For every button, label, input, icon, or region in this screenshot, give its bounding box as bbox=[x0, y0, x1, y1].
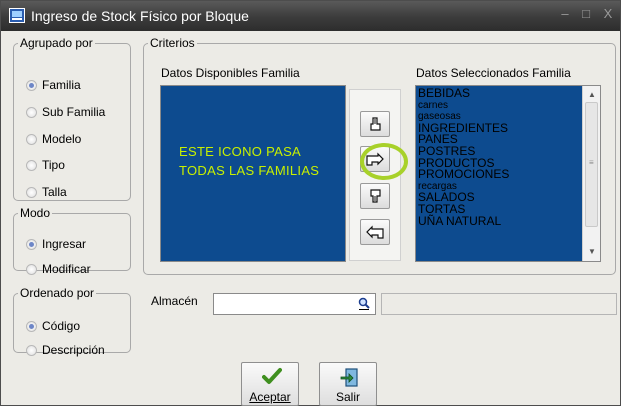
lookup-icon[interactable] bbox=[357, 297, 371, 311]
almacen-code-input[interactable] bbox=[213, 293, 376, 315]
criterios-legend: Criterios bbox=[150, 36, 195, 50]
radio-descripcion[interactable]: Descripción bbox=[26, 342, 105, 358]
almacen-description-field bbox=[381, 293, 617, 315]
radio-label-ingresar: Ingresar bbox=[42, 237, 87, 251]
radio-label-modificar: Modificar bbox=[42, 262, 91, 276]
ordenado-group: Ordenado por Código Descripción bbox=[13, 286, 131, 357]
selected-families-list[interactable]: BEBIDAS carnes gaseosas INGREDIENTES PAN… bbox=[415, 85, 601, 262]
radio-codigo[interactable]: Código bbox=[26, 318, 80, 334]
move-one-left-icon bbox=[370, 189, 381, 203]
move-one-left-button[interactable] bbox=[360, 183, 390, 209]
list-item[interactable]: PROMOCIONES bbox=[418, 168, 509, 181]
exit-door-icon bbox=[340, 368, 358, 387]
move-all-left-button[interactable] bbox=[360, 219, 390, 245]
ordenado-legend: Ordenado por bbox=[20, 286, 95, 300]
radio-modelo[interactable]: Modelo bbox=[26, 131, 81, 147]
move-one-right-button[interactable] bbox=[360, 111, 390, 137]
list-annotation: ESTE ICONO PASA TODAS LAS FAMILIAS bbox=[179, 142, 319, 180]
radio-label-tipo: Tipo bbox=[42, 158, 65, 172]
radio-dot[interactable] bbox=[26, 133, 37, 145]
move-all-right-button[interactable] bbox=[360, 146, 390, 172]
radio-dot[interactable] bbox=[26, 186, 37, 198]
scrollbar-thumb[interactable]: ≡ bbox=[585, 102, 598, 227]
move-one-right-icon bbox=[370, 117, 381, 131]
close-icon[interactable]: X bbox=[601, 7, 615, 21]
radio-label-codigo: Código bbox=[42, 319, 81, 333]
radio-tipo[interactable]: Tipo bbox=[26, 157, 65, 173]
radio-familia[interactable]: Familia bbox=[26, 77, 81, 93]
move-all-left-icon bbox=[366, 225, 384, 239]
radio-dot-selected[interactable] bbox=[26, 79, 37, 91]
vertical-scrollbar[interactable]: ▲ ≡ ▼ bbox=[582, 86, 600, 261]
accept-label: Aceptar bbox=[249, 390, 291, 404]
exit-button[interactable]: Salir bbox=[319, 362, 377, 406]
exit-label: Salir bbox=[335, 390, 360, 404]
radio-dot[interactable] bbox=[26, 344, 37, 356]
radio-label-familia: Familia bbox=[42, 78, 81, 92]
list-item[interactable]: UÑA NATURAL bbox=[418, 215, 509, 228]
maximize-icon[interactable]: □ bbox=[579, 7, 593, 21]
scroll-down-icon[interactable]: ▼ bbox=[587, 247, 597, 257]
window: Ingreso de Stock Físico por Bloque – □ X… bbox=[0, 0, 621, 406]
radio-dot-selected[interactable] bbox=[26, 238, 37, 250]
accept-button[interactable]: Aceptar bbox=[241, 362, 299, 406]
radio-label-modelo: Modelo bbox=[42, 132, 82, 146]
transfer-buttons-panel bbox=[349, 89, 401, 261]
agrupado-group: Agrupado por Familia Sub Familia Modelo … bbox=[13, 37, 131, 201]
agrupado-legend: Agrupado por bbox=[20, 36, 93, 50]
radio-dot[interactable] bbox=[26, 106, 37, 118]
modo-group: Modo Ingresar Modificar bbox=[13, 206, 131, 276]
window-title: Ingreso de Stock Físico por Bloque bbox=[31, 8, 249, 24]
radio-dot[interactable] bbox=[26, 263, 37, 275]
list-item[interactable]: BEBIDAS bbox=[418, 87, 509, 100]
radio-dot[interactable] bbox=[26, 159, 37, 171]
grip-icon: ≡ bbox=[589, 158, 594, 167]
list-item[interactable]: carnes bbox=[418, 100, 509, 112]
radio-modificar[interactable]: Modificar bbox=[26, 261, 91, 277]
app-icon bbox=[9, 8, 25, 23]
modo-legend: Modo bbox=[20, 206, 51, 220]
radio-label-sub-familia: Sub Familia bbox=[42, 105, 106, 119]
available-list-label: Datos Disponibles Familia bbox=[161, 66, 300, 80]
radio-label-descripcion: Descripción bbox=[42, 343, 105, 357]
title-bar[interactable]: Ingreso de Stock Físico por Bloque – □ X bbox=[1, 1, 620, 31]
selected-list-label: Datos Seleccionados Familia bbox=[416, 66, 571, 80]
available-families-list[interactable]: ESTE ICONO PASA TODAS LAS FAMILIAS bbox=[160, 85, 346, 262]
annotation-line: TODAS LAS FAMILIAS bbox=[179, 163, 320, 178]
annotation-line: ESTE ICONO PASA bbox=[179, 144, 302, 159]
scroll-up-icon[interactable]: ▲ bbox=[587, 90, 597, 100]
checkmark-icon bbox=[262, 368, 282, 384]
selected-items: BEBIDAS carnes gaseosas INGREDIENTES PAN… bbox=[418, 87, 509, 228]
almacen-label: Almacén bbox=[151, 294, 198, 308]
radio-sub-familia[interactable]: Sub Familia bbox=[26, 104, 105, 120]
radio-ingresar[interactable]: Ingresar bbox=[26, 236, 86, 252]
radio-dot-selected[interactable] bbox=[26, 320, 37, 332]
move-all-right-icon bbox=[366, 152, 384, 166]
radio-label-talla: Talla bbox=[42, 185, 67, 199]
minimize-icon[interactable]: – bbox=[558, 7, 572, 21]
radio-talla[interactable]: Talla bbox=[26, 184, 67, 200]
